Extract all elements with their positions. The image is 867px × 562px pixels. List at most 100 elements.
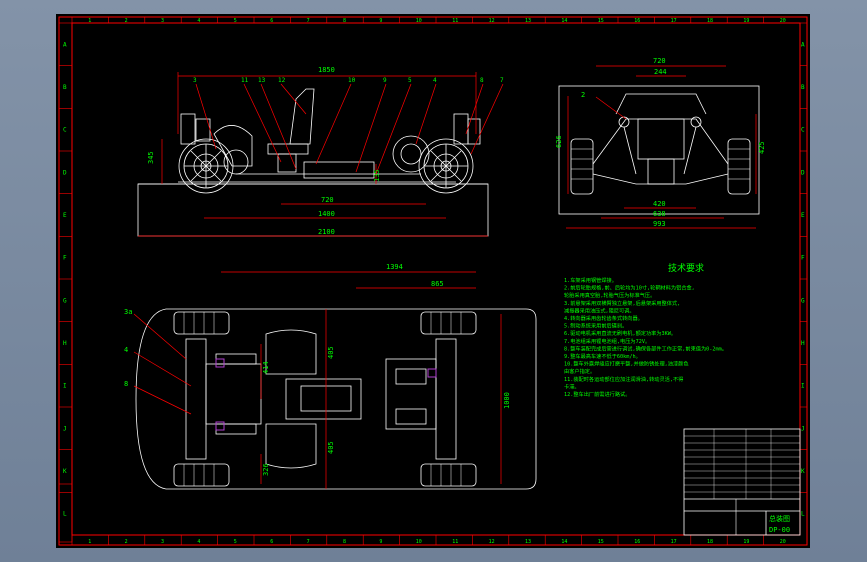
border-col-label-top: 16 — [634, 18, 640, 24]
rear-axle — [185, 338, 207, 460]
side-view — [137, 88, 489, 237]
border-row-label-left: J — [63, 425, 67, 432]
border-col-label-bottom: 2 — [125, 539, 128, 545]
note-line: 4.转向器采用齿轮齿条式转向器。 — [564, 314, 643, 322]
border-col-label-top: 2 — [125, 18, 128, 24]
rear-motor-block — [205, 363, 262, 425]
upper-arm — [592, 118, 729, 165]
balloon-plan-3a: 3a — [124, 308, 132, 316]
dim-front-638: 638 — [653, 210, 666, 218]
border-row-label-left: F — [63, 255, 67, 262]
rear-shock — [180, 113, 196, 145]
cad-viewer: 1 1 2 2 3 3 4 4 5 5 6 6 7 7 8 8 9 9 10 10 11 11 12 12 13 13 14 14 15… — [0, 0, 867, 562]
border-col-label-top: 5 — [234, 18, 237, 24]
motor-housing — [213, 125, 253, 167]
note-line: 9.整车最高车速不低于60km/h。 — [564, 352, 641, 360]
front-left-tire — [570, 138, 594, 195]
border-row-label-left: K — [63, 468, 67, 475]
balloon-plan-4: 4 — [124, 346, 128, 354]
side-view-balloons: 3 11 13 12 10 9 5 4 8 7 — [193, 77, 504, 84]
side-balloon: 8 — [480, 77, 484, 84]
border-col-label-bottom: 18 — [707, 539, 713, 545]
border-row-label-left: D — [63, 169, 67, 176]
dim-plan-326: 326 — [262, 463, 270, 476]
border-row-label-left: H — [63, 340, 67, 347]
dim-front-420: 420 — [653, 200, 666, 208]
dim-plan-405a: 405 — [327, 346, 335, 359]
border-col-label-bottom: 11 — [452, 539, 458, 545]
front-shock — [453, 113, 469, 145]
border-row-label-left: A — [63, 41, 67, 48]
dim-front-425: 425 — [758, 141, 766, 154]
border-col-label-top: 12 — [489, 18, 495, 24]
note-line: 5.制动系统采用前后碟刹。 — [564, 322, 627, 330]
border-col-label-bottom: 17 — [671, 539, 677, 545]
border-col-label-top: 10 — [416, 18, 422, 24]
dim-front-720: 720 — [653, 57, 666, 65]
border-col-label-top: 1 — [88, 18, 91, 24]
border-col-label-bottom: 7 — [307, 539, 310, 545]
note-line: 12.整车出厂前需进行路试。 — [564, 390, 630, 398]
seat-left — [265, 329, 317, 375]
border-col-label-top: 4 — [197, 18, 200, 24]
note-line: 11.装配时各运动部位应加注润滑油,转动灵活,不得 — [564, 375, 683, 383]
border-col-label-bottom: 1 — [88, 539, 91, 545]
border-col-label-bottom: 13 — [525, 539, 531, 545]
border-col-label-bottom: 9 — [379, 539, 382, 545]
chassis-lower — [647, 158, 675, 185]
dim-720: 720 — [321, 196, 334, 204]
dim-plan-1394: 1394 — [386, 263, 403, 271]
side-balloon: 7 — [500, 77, 504, 84]
title-block-name: 总装图 — [769, 514, 790, 523]
border-row-label-right: D — [801, 169, 805, 176]
front-view — [558, 85, 760, 215]
border-col-label-top: 11 — [452, 18, 458, 24]
border-col-label-bottom: 19 — [743, 539, 749, 545]
border-row-label-right: C — [801, 127, 805, 134]
dim-1400: 1400 — [318, 210, 335, 218]
dim-front-993: 993 — [653, 220, 666, 228]
dim-overall: 1850 — [318, 66, 335, 74]
note-line: 10.整车外露焊缝应打磨平整,并做防锈处理,油漆颜色 — [564, 360, 689, 368]
border-row-label-right: H — [801, 340, 805, 347]
border-row-label-right: A — [801, 41, 805, 48]
drawing-canvas: 1122334455667788991010111112121313141415… — [58, 16, 808, 546]
border-row-label-right: I — [801, 383, 805, 390]
border-col-label-bottom: 14 — [561, 539, 567, 545]
note-line: 1.车架采用钢管焊接。 — [564, 276, 617, 284]
note-line: 减振器采用油压式,阻尼可调。 — [564, 306, 635, 314]
plan-outline — [135, 308, 537, 490]
note-line: 8.整车装配完成后需进行调试,确保各部件工作正常,前束值为0-2mm。 — [564, 344, 727, 352]
side-balloon: 3 — [193, 77, 197, 84]
border-row-label-right: L — [801, 511, 805, 518]
dim-2100: 2100 — [318, 228, 335, 236]
dim-plan-1000: 1000 — [503, 392, 511, 409]
border-row-label-left: C — [63, 127, 67, 134]
front-wheel-side — [418, 138, 474, 194]
chassis-center — [637, 118, 685, 160]
balloon-front-2: 2 — [581, 91, 585, 99]
seat-right — [265, 423, 317, 469]
border-col-label-top: 7 — [307, 18, 310, 24]
border-col-label-bottom: 12 — [489, 539, 495, 545]
dim-345: 345 — [147, 151, 155, 164]
border-row-label-left: B — [63, 84, 67, 91]
border-row-label-left: G — [63, 297, 67, 304]
notes-title: 技术要求 — [668, 262, 704, 274]
border-column-labels: 1122334455667788991010111112121313141415… — [71, 17, 786, 545]
side-balloon: 10 — [348, 77, 356, 84]
border-col-label-top: 18 — [707, 18, 713, 24]
side-balloon: 5 — [408, 77, 412, 84]
border-col-label-bottom: 15 — [598, 539, 604, 545]
dim-plan-405b: 405 — [327, 441, 335, 454]
plan-tires — [173, 311, 477, 487]
base-slab — [137, 183, 489, 237]
border-row-label-right: F — [801, 255, 805, 262]
note-line: 由客户指定。 — [564, 367, 595, 375]
battery-tray — [285, 378, 362, 420]
drawing-sheet: 1 1 2 2 3 3 4 4 5 5 6 6 7 7 8 8 9 9 10 10 11 11 12 12 13 13 14 14 15… — [56, 14, 810, 548]
technical-requirements: 技术要求 1.车架采用钢管焊接。2.前后轮胎规格,前、后轮均为10寸,轮辋材料为… — [564, 262, 727, 398]
steering-hub — [392, 135, 430, 173]
front-right-tire — [727, 138, 751, 195]
border-row-label-left: L — [63, 511, 67, 518]
